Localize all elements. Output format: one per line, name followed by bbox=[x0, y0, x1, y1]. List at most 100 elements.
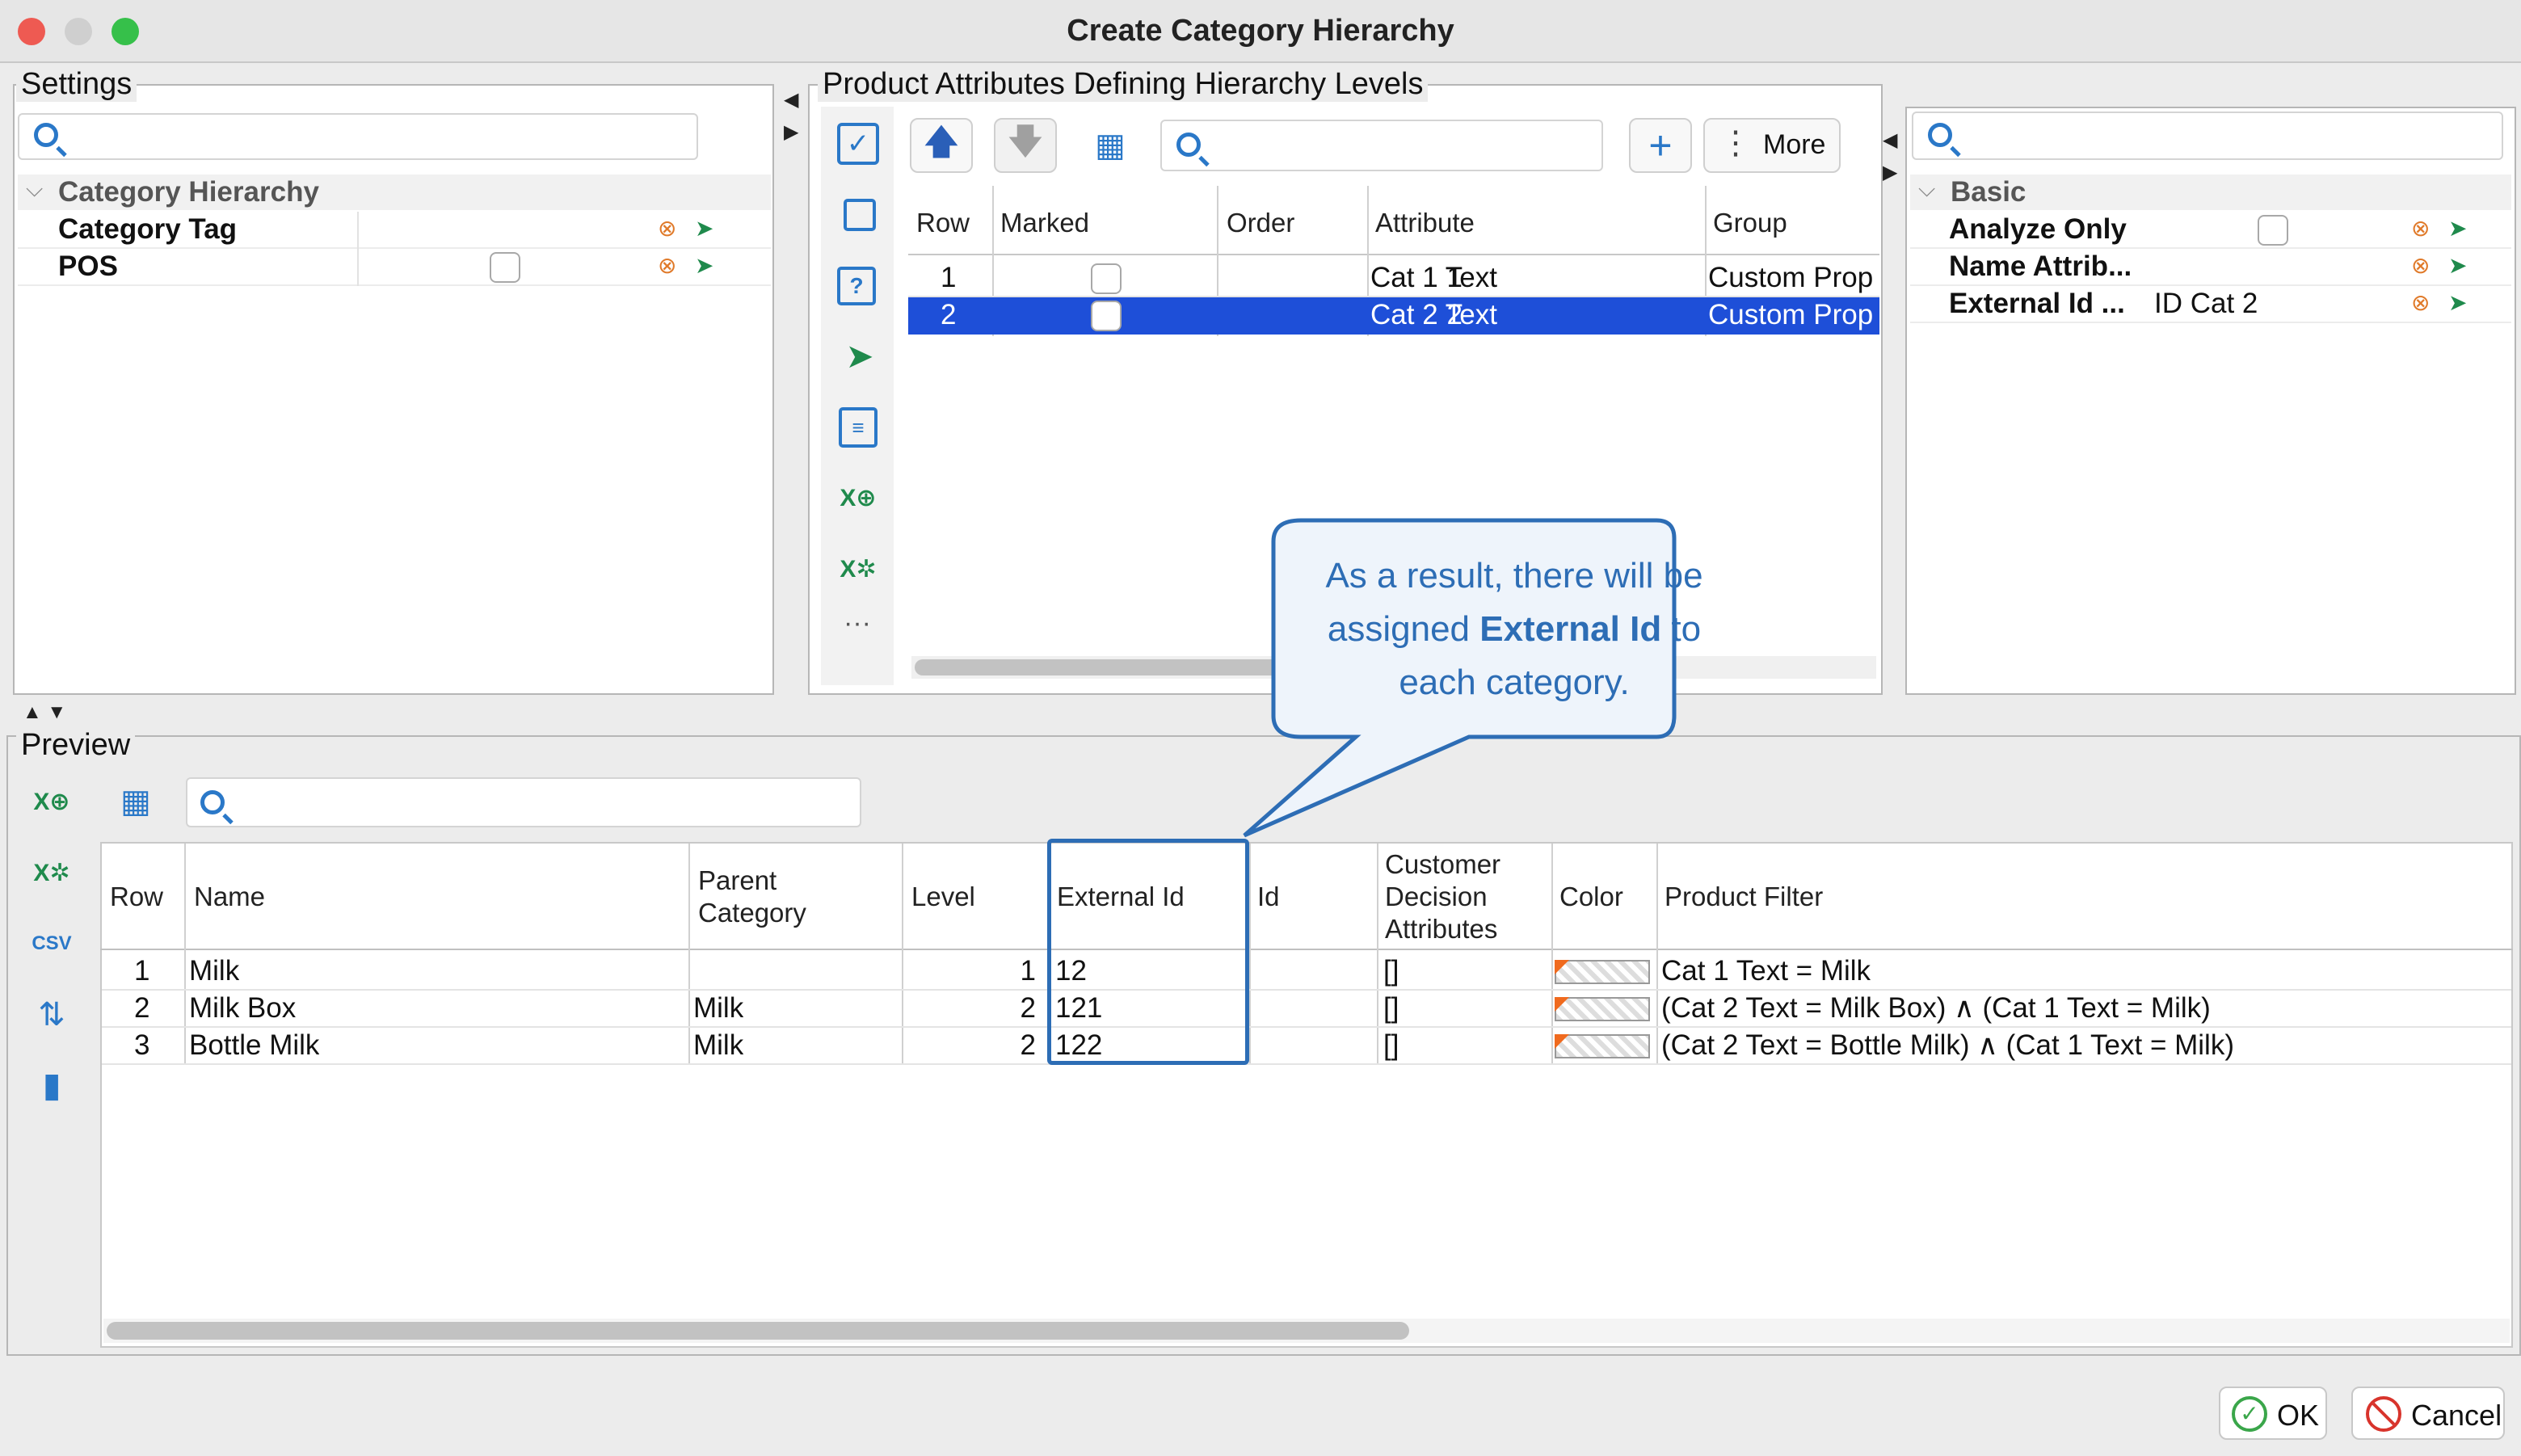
table-transfer-icon[interactable]: ⇅ bbox=[29, 994, 74, 1036]
pointer-icon[interactable]: ➤ bbox=[695, 254, 713, 278]
table-row[interactable]: 1 Milk 1 12 [] Cat 1 Text = Milk bbox=[102, 953, 2511, 991]
attribute-value: Cat 1 Text bbox=[1370, 262, 1497, 293]
column-header-order[interactable]: Order bbox=[1227, 205, 1294, 241]
column-header-cda-line1[interactable]: Customer bbox=[1385, 847, 1500, 882]
callout-text-bold: External Id bbox=[1479, 609, 1662, 649]
excel-export-icon[interactable]: X⊕ bbox=[27, 781, 76, 823]
cancel-button[interactable]: Cancel bbox=[2351, 1387, 2505, 1440]
callout-text: As a result, there will be assigned Exte… bbox=[1291, 549, 1737, 709]
level-value: 1 bbox=[1020, 955, 1036, 987]
excel-settings-icon[interactable]: X✲ bbox=[27, 852, 76, 894]
column-header-marked[interactable]: Marked bbox=[1000, 205, 1089, 241]
arrow-up-icon[interactable]: 🡅 bbox=[910, 118, 973, 173]
window-title: Create Category Hierarchy bbox=[1067, 14, 1454, 48]
excel-settings-icon[interactable]: X✲ bbox=[835, 548, 881, 590]
color-marker-icon bbox=[1555, 997, 1569, 1012]
reset-icon[interactable]: ⊗ bbox=[658, 254, 676, 278]
marked-checkbox[interactable] bbox=[1091, 301, 1122, 331]
row-number: 2 bbox=[941, 299, 957, 330]
more-icon[interactable]: ··· bbox=[844, 608, 871, 639]
splitter-left-arrows[interactable]: ◀ ▶ bbox=[784, 84, 798, 149]
column-header-name[interactable]: Name bbox=[194, 879, 265, 915]
column-header-cda-line2[interactable]: Decision bbox=[1385, 879, 1488, 915]
name-value: Milk bbox=[189, 955, 240, 987]
level-value: 2 bbox=[1020, 992, 1036, 1024]
search-icon bbox=[200, 790, 225, 814]
column-header-group[interactable]: Group bbox=[1713, 205, 1787, 241]
table-row[interactable]: 2 Milk Box Milk 2 121 [] (Cat 2 Text = M… bbox=[102, 991, 2511, 1028]
property-row-analyze-only[interactable]: Analyze Only ⊗ ➤ bbox=[1910, 212, 2511, 249]
settings-label: Settings bbox=[16, 66, 137, 102]
column-header-level[interactable]: Level bbox=[911, 879, 975, 915]
filter-value: (Cat 2 Text = Bottle Milk) ∧ (Cat 1 Text… bbox=[1661, 1029, 2234, 1061]
properties-search-input[interactable] bbox=[1912, 112, 2503, 160]
column-header-id[interactable]: Id bbox=[1257, 879, 1280, 915]
property-value[interactable]: ID Cat 2 bbox=[2154, 286, 2258, 322]
ok-label: OK bbox=[2277, 1399, 2320, 1432]
chart-icon[interactable]: ▮ bbox=[29, 1062, 74, 1107]
reset-icon[interactable]: ⊗ bbox=[2411, 217, 2430, 241]
pointer-icon[interactable]: ➤ bbox=[2448, 291, 2467, 315]
row-number: 1 bbox=[134, 955, 150, 987]
table-row[interactable]: 1 1 Cat 1 Text Custom Prop bbox=[908, 260, 1879, 297]
attributes-search-input[interactable] bbox=[1160, 120, 1603, 171]
properties-group-header[interactable]: ⌵ Basic bbox=[1910, 175, 2511, 210]
settings-row-pos[interactable]: POS ⊗ ➤ bbox=[18, 249, 771, 286]
check-list-icon[interactable]: ✓ bbox=[837, 123, 879, 165]
preview-label: Preview bbox=[16, 727, 136, 763]
pointer-icon[interactable]: ➤ bbox=[2448, 254, 2467, 278]
splitter-right-arrows[interactable]: ◀ ▶ bbox=[1883, 124, 1897, 189]
name-value: Bottle Milk bbox=[189, 1029, 320, 1061]
splitter-up-down-arrows[interactable]: ▲ ▼ bbox=[23, 703, 66, 722]
column-header-attribute[interactable]: Attribute bbox=[1375, 205, 1475, 241]
reset-icon[interactable]: ⊗ bbox=[658, 217, 676, 241]
column-header-cda-line3[interactable]: Attributes bbox=[1385, 911, 1497, 947]
copy-icon[interactable] bbox=[844, 199, 876, 231]
properties-group-label: Basic bbox=[1951, 176, 2026, 208]
settings-group-header[interactable]: ⌵ Category Hierarchy bbox=[18, 175, 771, 210]
settings-search-input[interactable] bbox=[18, 113, 698, 160]
chevron-down-icon[interactable]: ⌵ bbox=[1918, 176, 1935, 203]
more-button[interactable]: ⋮ More bbox=[1703, 118, 1841, 173]
help-icon[interactable]: ? bbox=[837, 267, 876, 305]
csv-icon[interactable]: CSV bbox=[26, 921, 78, 966]
chevron-down-icon[interactable]: ⌵ bbox=[26, 176, 43, 203]
table-row[interactable]: 3 Bottle Milk Milk 2 122 [] (Cat 2 Text … bbox=[102, 1028, 2511, 1065]
row-number: 3 bbox=[134, 1029, 150, 1061]
analyze-only-checkbox[interactable] bbox=[2258, 215, 2288, 246]
column-header-product-filter[interactable]: Product Filter bbox=[1665, 879, 1823, 915]
row-number: 2 bbox=[134, 992, 150, 1024]
marked-checkbox[interactable] bbox=[1091, 263, 1122, 294]
reset-icon[interactable]: ⊗ bbox=[2411, 291, 2430, 315]
pos-checkbox[interactable] bbox=[490, 252, 520, 283]
column-header-parent-line1[interactable]: Parent bbox=[698, 863, 777, 898]
clipboard-icon[interactable]: ≡ bbox=[839, 407, 878, 448]
add-icon[interactable]: + bbox=[1629, 118, 1692, 173]
property-name: External Id ... bbox=[1949, 288, 2125, 319]
pointer-icon[interactable]: ➤ bbox=[840, 336, 879, 375]
ok-button[interactable]: ✓ OK bbox=[2219, 1387, 2327, 1440]
attribute-value: Cat 2 Text bbox=[1370, 299, 1497, 330]
column-header-row[interactable]: Row bbox=[110, 879, 163, 915]
property-name: POS bbox=[58, 250, 118, 282]
settings-row-category-tag[interactable]: Category Tag ⊗ ➤ bbox=[18, 212, 771, 249]
column-header-color[interactable]: Color bbox=[1559, 879, 1623, 915]
pointer-icon[interactable]: ➤ bbox=[695, 217, 713, 241]
level-value: 2 bbox=[1020, 1029, 1036, 1061]
color-marker-icon bbox=[1555, 960, 1569, 974]
parent-value: Milk bbox=[693, 1029, 744, 1061]
preview-search-input[interactable] bbox=[186, 777, 861, 827]
column-header-parent-line2[interactable]: Category bbox=[698, 895, 806, 931]
arrow-down-icon[interactable]: 🡇 bbox=[994, 118, 1057, 173]
reset-icon[interactable]: ⊗ bbox=[2411, 254, 2430, 278]
column-header-row[interactable]: Row bbox=[916, 205, 970, 241]
table-settings-icon[interactable]: ▦ bbox=[1088, 124, 1133, 166]
property-row-external-id[interactable]: External Id ... ID Cat 2 ⊗ ➤ bbox=[1910, 286, 2511, 323]
preview-horizontal-scrollbar[interactable] bbox=[107, 1322, 1409, 1340]
property-row-name-attribute[interactable]: Name Attrib... ⊗ ➤ bbox=[1910, 249, 2511, 286]
more-label: More bbox=[1763, 129, 1826, 160]
pointer-icon[interactable]: ➤ bbox=[2448, 217, 2467, 241]
table-row-selected[interactable]: 2 2 Cat 2 Text Custom Prop bbox=[908, 297, 1879, 335]
excel-export-icon[interactable]: X⊕ bbox=[835, 477, 881, 519]
table-settings-icon[interactable]: ▦ bbox=[113, 781, 158, 823]
